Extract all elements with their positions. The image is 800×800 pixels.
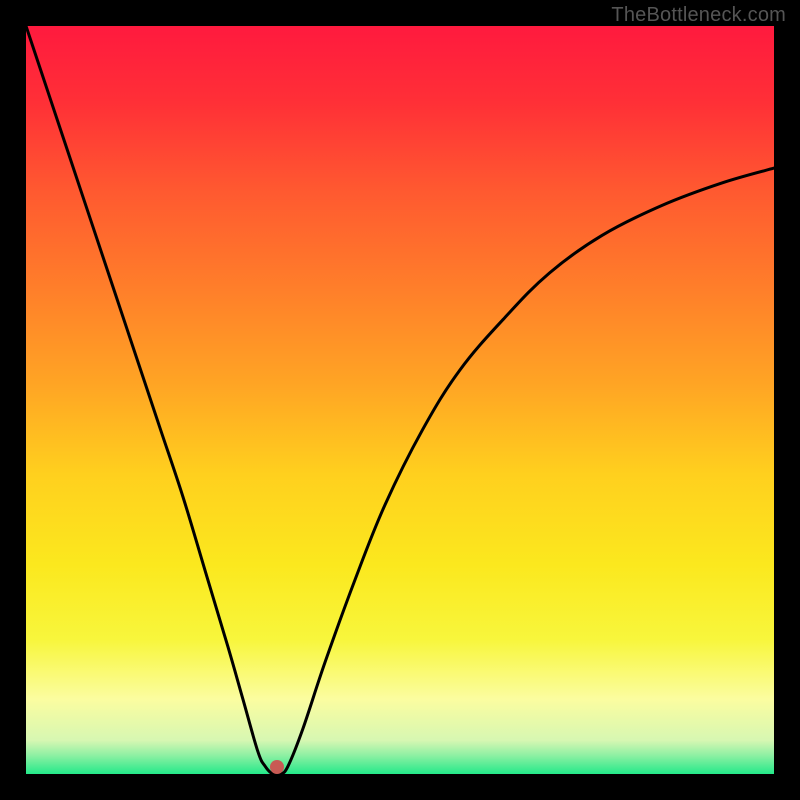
bottleneck-curve [26,26,774,774]
watermark-text: TheBottleneck.com [611,4,786,27]
chart-frame [26,26,774,774]
optimal-point-marker [270,760,284,774]
